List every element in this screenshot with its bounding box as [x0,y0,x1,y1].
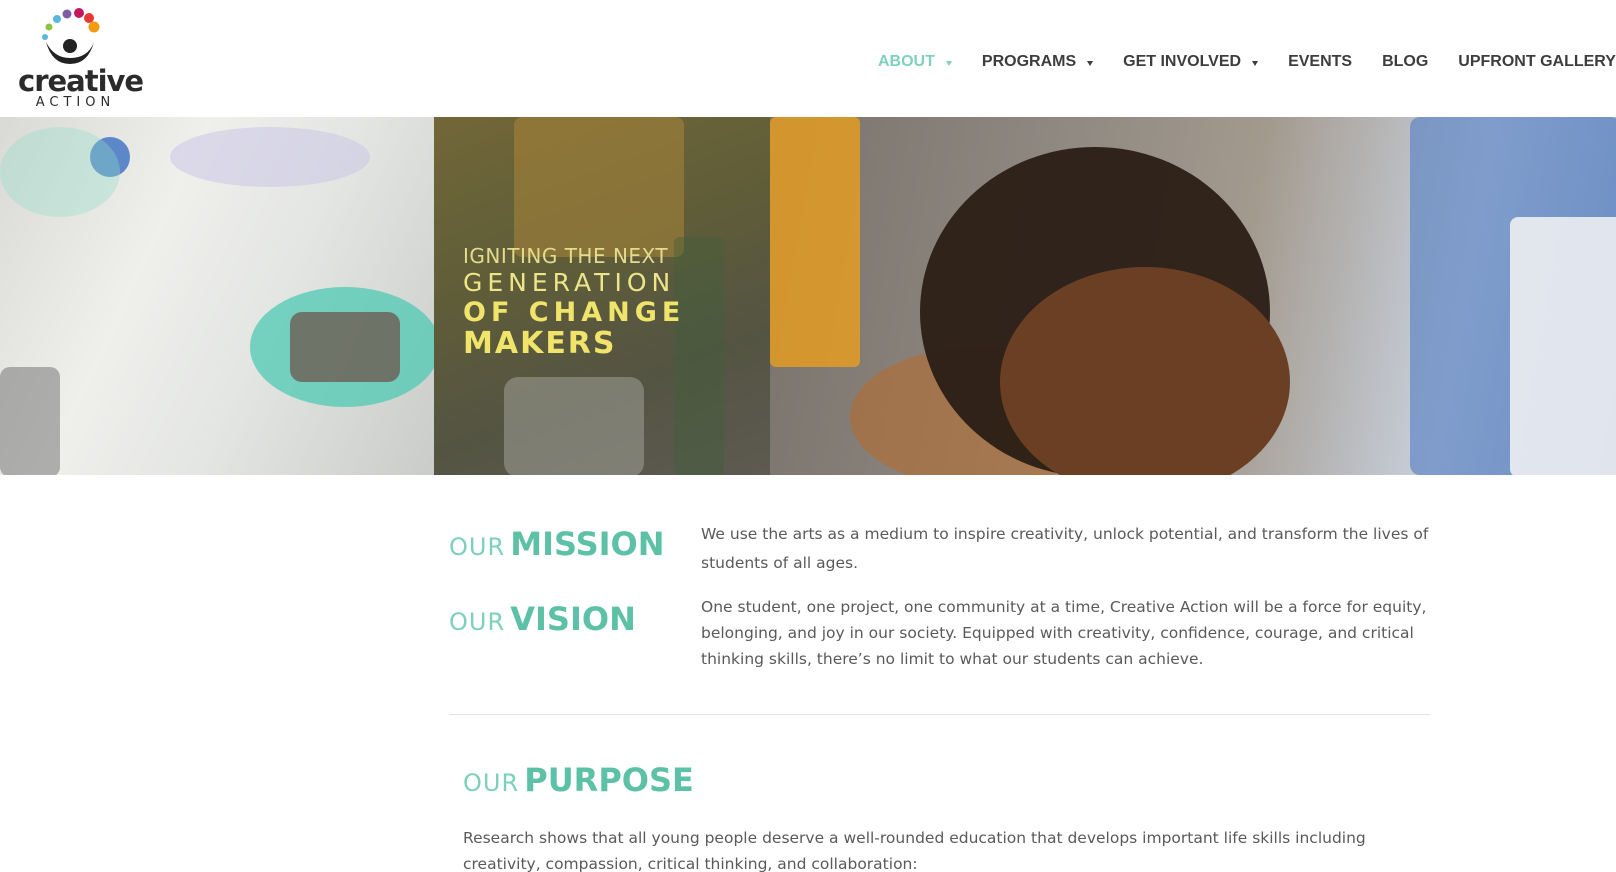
hero-line-4: MAKERS [463,326,617,361]
hero-photo-artwork [0,117,440,475]
nav-item-about[interactable]: ABOUT [878,53,952,71]
nav-item-get-involved[interactable]: GET INVOLVED [1123,53,1259,71]
vision-our: OUR [449,608,506,636]
nav-item-programs[interactable]: PROGRAMS [981,53,1094,71]
logo-subtitle: ACTION [35,95,116,110]
main-nav: ABOUT PROGRAMS GET INVOLVED EVENTS BLOG … [878,50,1616,74]
vision-text: One student, one project, one community … [701,598,1427,668]
nav-label-blog: BLOG [1382,53,1429,70]
creative-action-logo[interactable]: creative ACTION [18,6,144,110]
hero-line-2: GENERATION [463,268,676,297]
mission-title: MISSION [510,525,665,563]
nav-label-events: EVENTS [1288,53,1353,70]
nav-label-about: ABOUT [878,53,935,70]
nav-label-get-involved: GET INVOLVED [1123,53,1242,70]
chevron-down-icon [945,60,952,66]
nav-item-blog[interactable]: BLOG [1382,53,1428,71]
nav-label-programs: PROGRAMS [981,53,1077,70]
site-header: creative ACTION ABOUT PROGRAMS GET INVOL… [0,0,1616,117]
mission-text: We use the arts as a medium to inspire c… [701,525,1429,572]
mission-our: OUR [449,533,506,561]
section-divider [449,714,1430,715]
hero-banner: IGNITING THE NEXT GENERATION OF CHANGE M… [0,117,1616,475]
hero-line-3: OF CHANGE [463,297,686,328]
hero-headline: IGNITING THE NEXT GENERATION OF CHANGE M… [463,244,685,360]
purpose-heading: OUR PURPOSE [463,761,694,799]
purpose-title: PURPOSE [524,761,694,799]
hero-photo-child [770,117,1616,475]
nav-item-upfront-gallery[interactable]: UPFRONT GALLERY [1458,53,1616,71]
purpose-text: Research shows that all young people des… [463,829,1366,872]
vision-heading: OUR VISION [449,600,636,638]
nav-item-events[interactable]: EVENTS [1288,53,1352,71]
mission-heading: OUR MISSION [449,525,665,563]
chevron-down-icon [1252,60,1259,66]
chevron-down-icon [1087,60,1094,66]
vision-title: VISION [510,600,636,638]
logo-wordmark: creative [18,64,144,98]
logo-figure-icon [42,8,100,64]
nav-label-upfront-gallery: UPFRONT GALLERY [1458,53,1616,70]
purpose-our: OUR [463,769,520,797]
hero-line-1: IGNITING THE NEXT [463,244,669,268]
